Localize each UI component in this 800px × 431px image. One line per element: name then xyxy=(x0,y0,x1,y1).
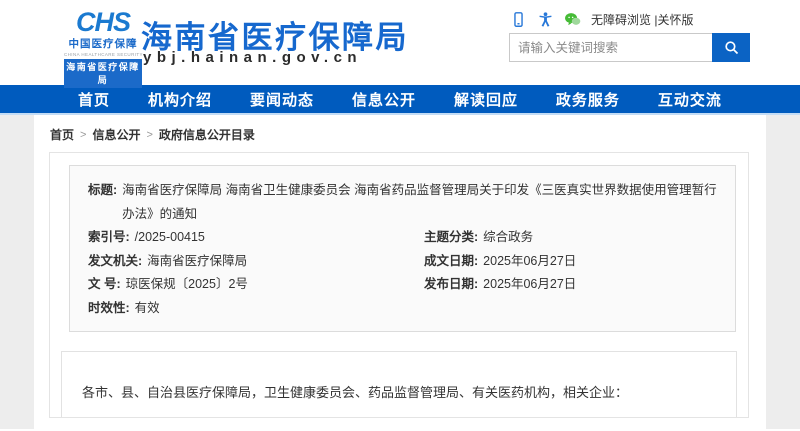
site-search xyxy=(509,33,750,62)
site-url: ybj.hainan.gov.cn xyxy=(143,49,362,66)
breadcrumb-separator: > xyxy=(80,129,86,141)
main-nav: 首页 机构介绍 要闻动态 信息公开 解读回应 政务服务 互动交流 xyxy=(0,85,800,115)
breadcrumb: 首页 > 信息公开 > 政府信息公开目录 xyxy=(34,115,766,143)
meta-issuer-value: 海南省医疗保障局 xyxy=(147,250,247,274)
breadcrumb-info-disclosure[interactable]: 信息公开 xyxy=(92,126,140,143)
meta-row-validity: 时效性: 有效 xyxy=(88,297,717,321)
nav-item-interpretation[interactable]: 解读回应 xyxy=(454,89,518,110)
nav-item-news[interactable]: 要闻动态 xyxy=(250,89,314,110)
meta-validity-label: 时效性: xyxy=(88,297,130,321)
page-background: 首页 > 信息公开 > 政府信息公开目录 标题: 海南省医疗保障局 海南省卫生健… xyxy=(0,115,800,429)
meta-written-date-value: 2025年06月27日 xyxy=(483,250,576,274)
nav-item-home[interactable]: 首页 xyxy=(78,89,110,110)
document-body-box: 各市、县、自治县医疗保障局，卫生健康委员会、药品监督管理局、有关医药机构，相关企… xyxy=(61,351,737,418)
breadcrumb-home[interactable]: 首页 xyxy=(50,126,74,143)
meta-row-docno: 文 号: 琼医保规〔2025〕2号 发布日期: 2025年06月27日 xyxy=(88,273,717,297)
document-panel: 标题: 海南省医疗保障局 海南省卫生健康委员会 海南省药品监督管理局关于印发《三… xyxy=(49,152,749,418)
mobile-phone-icon[interactable] xyxy=(510,11,527,28)
meta-row-title: 标题: 海南省医疗保障局 海南省卫生健康委员会 海南省药品监督管理局关于印发《三… xyxy=(88,179,717,226)
meta-category-value: 综合政务 xyxy=(483,226,533,250)
site-header: CHS 中国医疗保障 CHINA HEALTHCARE SECURITY 海南省… xyxy=(0,0,800,85)
site-logo[interactable]: CHS 中国医疗保障 CHINA HEALTHCARE SECURITY 海南省… xyxy=(64,9,142,88)
meta-docno-label: 文 号: xyxy=(88,273,121,297)
logo-brand-cn: 中国医疗保障 xyxy=(64,36,142,51)
breadcrumb-current: 政府信息公开目录 xyxy=(159,126,255,143)
meta-index-value: /2025-00415 xyxy=(135,226,205,250)
search-input[interactable] xyxy=(509,33,712,62)
meta-publish-date-label: 发布日期: xyxy=(424,273,478,297)
logo-chs-text: CHS xyxy=(64,9,142,35)
meta-index-label: 索引号: xyxy=(88,226,130,250)
logo-brand-local: 海南省医疗保障局 xyxy=(64,59,142,88)
meta-title-value: 海南省医疗保障局 海南省卫生健康委员会 海南省药品监督管理局关于印发《三医真实世… xyxy=(122,179,717,226)
nav-item-services[interactable]: 政务服务 xyxy=(556,89,620,110)
meta-title-label: 标题: xyxy=(88,179,117,226)
quick-links-row: 无障碍浏览 |关怀版 xyxy=(510,11,693,28)
meta-row-issuer: 发文机关: 海南省医疗保障局 成文日期: 2025年06月27日 xyxy=(88,250,717,274)
nav-item-about[interactable]: 机构介绍 xyxy=(148,89,212,110)
breadcrumb-separator: > xyxy=(146,129,152,141)
document-salutation: 各市、县、自治县医疗保障局，卫生健康委员会、药品监督管理局、有关医药机构，相关企… xyxy=(82,379,716,406)
meta-validity-value: 有效 xyxy=(135,297,160,321)
document-meta-box: 标题: 海南省医疗保障局 海南省卫生健康委员会 海南省药品监督管理局关于印发《三… xyxy=(69,165,736,332)
search-icon xyxy=(723,39,740,56)
wechat-icon[interactable] xyxy=(564,11,581,28)
content-sheet: 首页 > 信息公开 > 政府信息公开目录 标题: 海南省医疗保障局 海南省卫生健… xyxy=(34,115,766,429)
accessibility-icon[interactable] xyxy=(537,11,554,28)
meta-issuer-label: 发文机关: xyxy=(88,250,142,274)
meta-row-index: 索引号: /2025-00415 主题分类: 综合政务 xyxy=(88,226,717,250)
nav-item-interaction[interactable]: 互动交流 xyxy=(658,89,722,110)
nav-item-info-disclosure[interactable]: 信息公开 xyxy=(352,89,416,110)
meta-publish-date-value: 2025年06月27日 xyxy=(483,273,576,297)
logo-brand-en: CHINA HEALTHCARE SECURITY xyxy=(64,52,142,57)
search-button[interactable] xyxy=(712,33,750,62)
accessibility-links[interactable]: 无障碍浏览 |关怀版 xyxy=(591,11,693,28)
meta-category-label: 主题分类: xyxy=(424,226,478,250)
meta-docno-value: 琼医保规〔2025〕2号 xyxy=(126,273,248,297)
meta-written-date-label: 成文日期: xyxy=(424,250,478,274)
